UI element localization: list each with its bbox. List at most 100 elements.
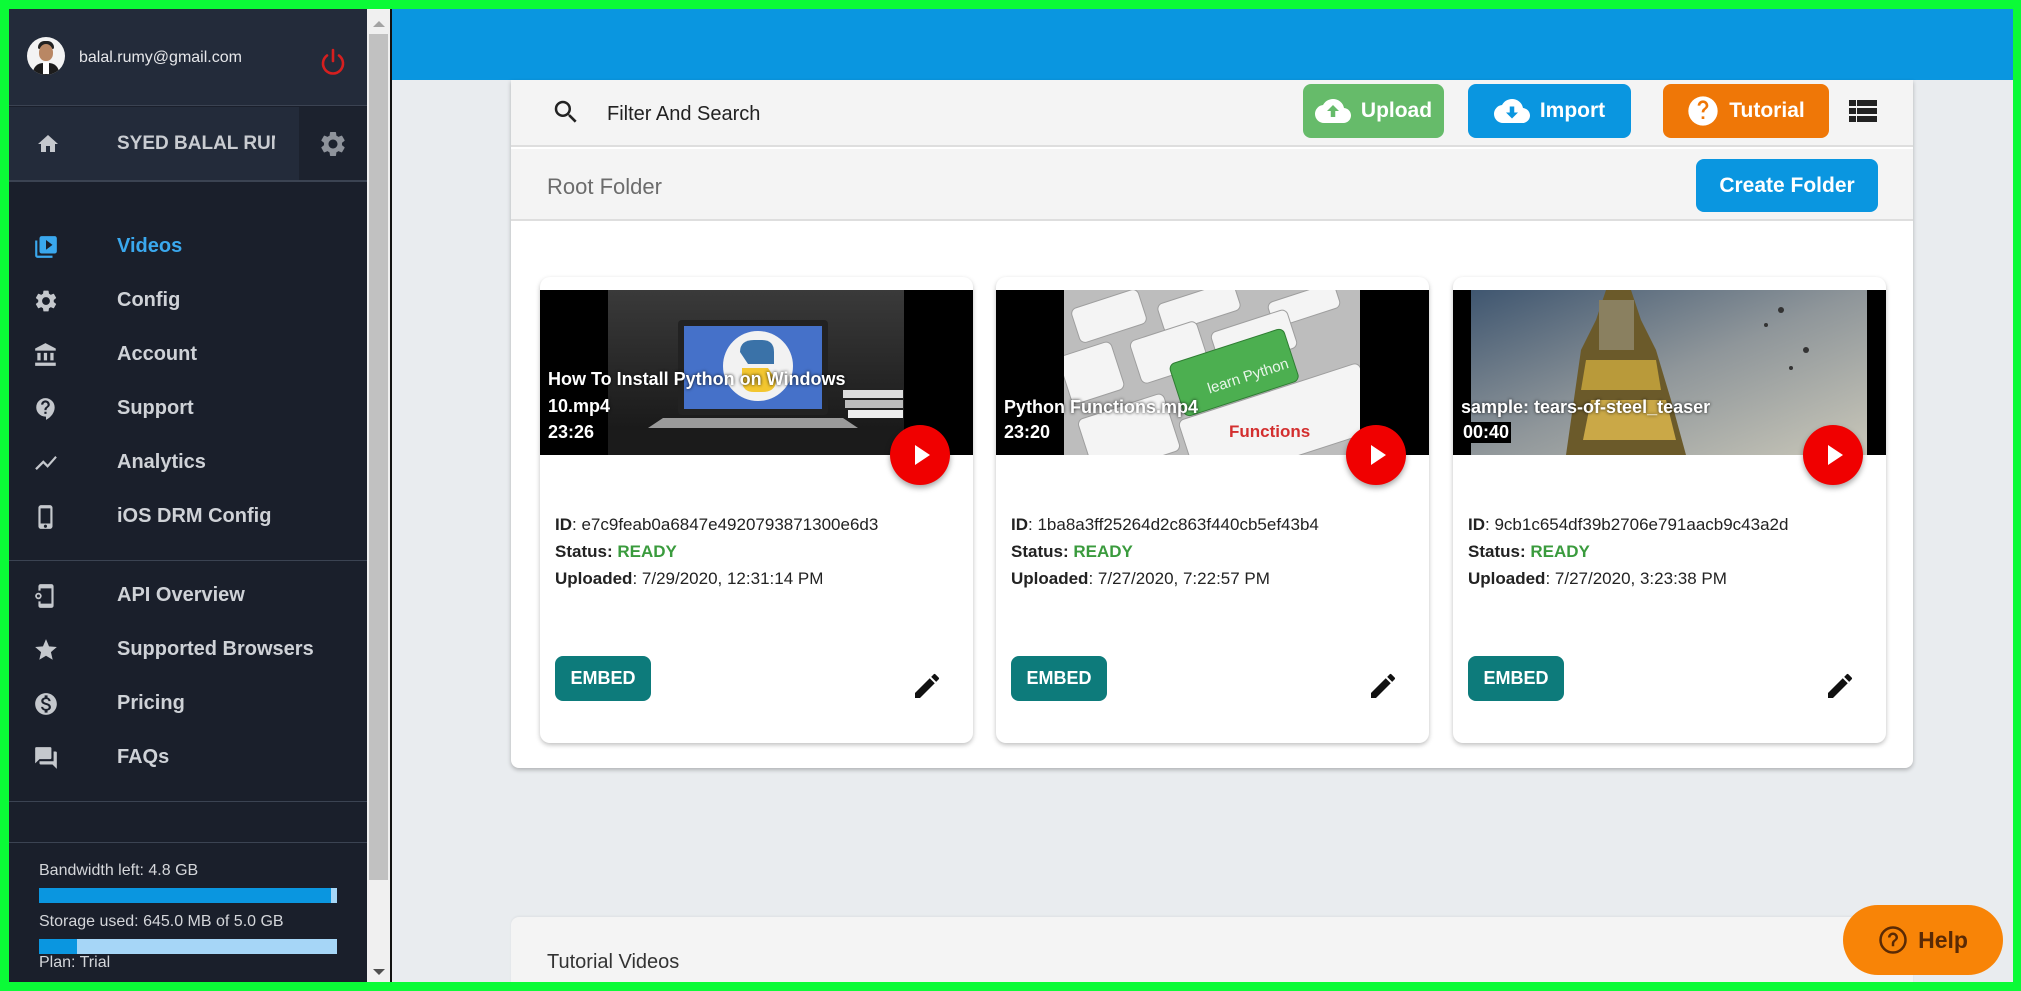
- play-icon: [1371, 445, 1386, 465]
- plan-label: Plan: Trial: [39, 954, 111, 971]
- video-duration: 23:20: [1004, 422, 1051, 442]
- sidebar-divider: [9, 560, 367, 561]
- sidebar-item-pricing[interactable]: Pricing: [9, 676, 367, 730]
- status-badge: READY: [1530, 542, 1590, 561]
- video-meta: ID: 9cb1c654df39b2706e791aacb9c43a2d Sta…: [1468, 515, 1789, 588]
- sidebar-item-account[interactable]: Account: [9, 327, 367, 381]
- avatar[interactable]: [27, 37, 65, 75]
- help-outline-icon: [1879, 926, 1907, 954]
- status-label: Status:: [1468, 542, 1526, 561]
- edit-pencil-icon[interactable]: [1367, 670, 1399, 702]
- sidebar-item-config[interactable]: Config: [9, 273, 367, 327]
- sidebar-item-label: API Overview: [117, 584, 245, 606]
- api-phone-icon: [33, 583, 59, 609]
- id-label: ID: [1468, 515, 1485, 534]
- sidebar-item-supported-browsers[interactable]: Supported Browsers: [9, 622, 367, 676]
- sidebar-item-label: Analytics: [117, 451, 206, 473]
- scroll-down-arrow-icon[interactable]: [373, 969, 385, 975]
- video-meta: ID: e7c9feab0a6847e4920793871300e6d3 Sta…: [555, 515, 879, 588]
- phone-icon: [33, 504, 59, 530]
- video-card: sample: tears-of-steel_teaser 00:40 ID: …: [1453, 277, 1886, 743]
- uploaded-date: 7/27/2020, 3:23:38 PM: [1554, 569, 1727, 588]
- scroll-up-arrow-icon[interactable]: [373, 21, 385, 27]
- status-badge: READY: [617, 542, 677, 561]
- sidebar-item-support[interactable]: Support: [9, 381, 367, 435]
- help-label: Help: [1918, 926, 1968, 953]
- play-icon: [915, 445, 930, 465]
- video-card: learn Python Functions Python Functions.…: [996, 277, 1429, 743]
- search-icon: [554, 100, 577, 123]
- video-id: 1ba8a3ff25264d2c863f440cb5ef43b4: [1037, 515, 1319, 534]
- sidebar-divider: [9, 842, 367, 843]
- help-button[interactable]: Help: [1843, 905, 2003, 975]
- tutorial-label: Tutorial: [1729, 99, 1805, 122]
- sidebar-item-label: Support: [117, 397, 194, 419]
- search-input[interactable]: [607, 94, 1087, 134]
- cloud-upload-icon: [1314, 99, 1351, 123]
- play-button[interactable]: [1346, 425, 1406, 485]
- folder-bar: Root Folder Create Folder: [511, 149, 1913, 221]
- sidebar-item-analytics[interactable]: Analytics: [9, 435, 367, 489]
- tutorial-button[interactable]: Tutorial: [1663, 84, 1829, 138]
- id-label: ID: [1011, 515, 1028, 534]
- home-icon[interactable]: [36, 132, 60, 156]
- help-bubble-icon: [33, 396, 59, 422]
- sidebar-item-label: iOS DRM Config: [117, 505, 272, 527]
- trend-line-icon: [33, 450, 59, 476]
- dollar-icon: [33, 691, 59, 717]
- power-icon[interactable]: [318, 47, 348, 77]
- sidebar-item-label: Config: [117, 289, 181, 311]
- embed-button[interactable]: EMBED: [1468, 656, 1564, 701]
- status-label: Status:: [555, 542, 613, 561]
- embed-button[interactable]: EMBED: [555, 656, 651, 701]
- sidebar-divider: [9, 801, 367, 802]
- video-id: e7c9feab0a6847e4920793871300e6d3: [581, 515, 879, 534]
- account-settings-button[interactable]: [299, 107, 367, 180]
- cloud-download-icon: [1493, 99, 1530, 123]
- uploaded-label: Uploaded: [555, 569, 633, 588]
- play-button[interactable]: [890, 425, 950, 485]
- tutorial-videos-title: Tutorial Videos: [547, 951, 680, 973]
- bandwidth-bar: [39, 888, 337, 903]
- bandwidth-bar-fill: [39, 888, 332, 903]
- sidebar-item-videos[interactable]: Videos: [9, 219, 367, 273]
- play-button[interactable]: [1803, 425, 1863, 485]
- list-view-icon[interactable]: [1849, 100, 1877, 124]
- uploaded-date: 7/27/2020, 7:22:57 PM: [1097, 569, 1270, 588]
- edit-pencil-icon[interactable]: [1824, 670, 1856, 702]
- sidebar-item-label: FAQs: [117, 746, 170, 768]
- sidebar-item-ios-drm-config[interactable]: iOS DRM Config: [9, 489, 367, 543]
- star-icon: [33, 637, 59, 663]
- sidebar-item-api-overview[interactable]: API Overview: [9, 568, 367, 622]
- embed-button[interactable]: EMBED: [1011, 656, 1107, 701]
- sidebar: balal.rumy@gmail.com SYED BALAL RUMY: [9, 9, 367, 982]
- user-section: balal.rumy@gmail.com: [9, 9, 367, 106]
- gear-icon: [33, 288, 59, 314]
- create-folder-button[interactable]: Create Folder: [1696, 159, 1878, 212]
- sidebar-scrollbar[interactable]: [367, 9, 392, 982]
- sidebar-item-faqs[interactable]: FAQs: [9, 730, 367, 784]
- forum-icon: [33, 745, 59, 771]
- video-library-panel: Upload Import Tutorial Root Folder Creat…: [511, 80, 1913, 768]
- storage-bar-fill: [39, 939, 78, 954]
- id-label: ID: [555, 515, 572, 534]
- keyboard-python-thumbnail-art: learn Python Functions: [1064, 290, 1360, 455]
- video-title: How To Install Python on Windows 10.mp4: [548, 369, 846, 416]
- uploaded-label: Uploaded: [1011, 569, 1089, 588]
- import-label: Import: [1539, 99, 1606, 122]
- edit-pencil-icon[interactable]: [911, 670, 943, 702]
- video-library-icon: [33, 234, 59, 260]
- import-button[interactable]: Import: [1468, 84, 1631, 138]
- upload-button[interactable]: Upload: [1303, 84, 1444, 138]
- sidebar-item-label: Account: [117, 343, 197, 365]
- upload-label: Upload: [1360, 99, 1433, 122]
- scrollbar-thumb[interactable]: [369, 34, 388, 880]
- status-badge: READY: [1073, 542, 1133, 561]
- status-label: Status:: [1011, 542, 1069, 561]
- video-card: How To Install Python on Windows 10.mp4 …: [540, 277, 973, 743]
- app-window: balal.rumy@gmail.com SYED BALAL RUMY: [9, 9, 2013, 982]
- account-name: SYED BALAL RUMY: [117, 133, 275, 154]
- sidebar-item-label: Videos: [117, 235, 183, 257]
- bank-icon: [33, 342, 59, 368]
- sidebar-item-label: Pricing: [117, 692, 185, 714]
